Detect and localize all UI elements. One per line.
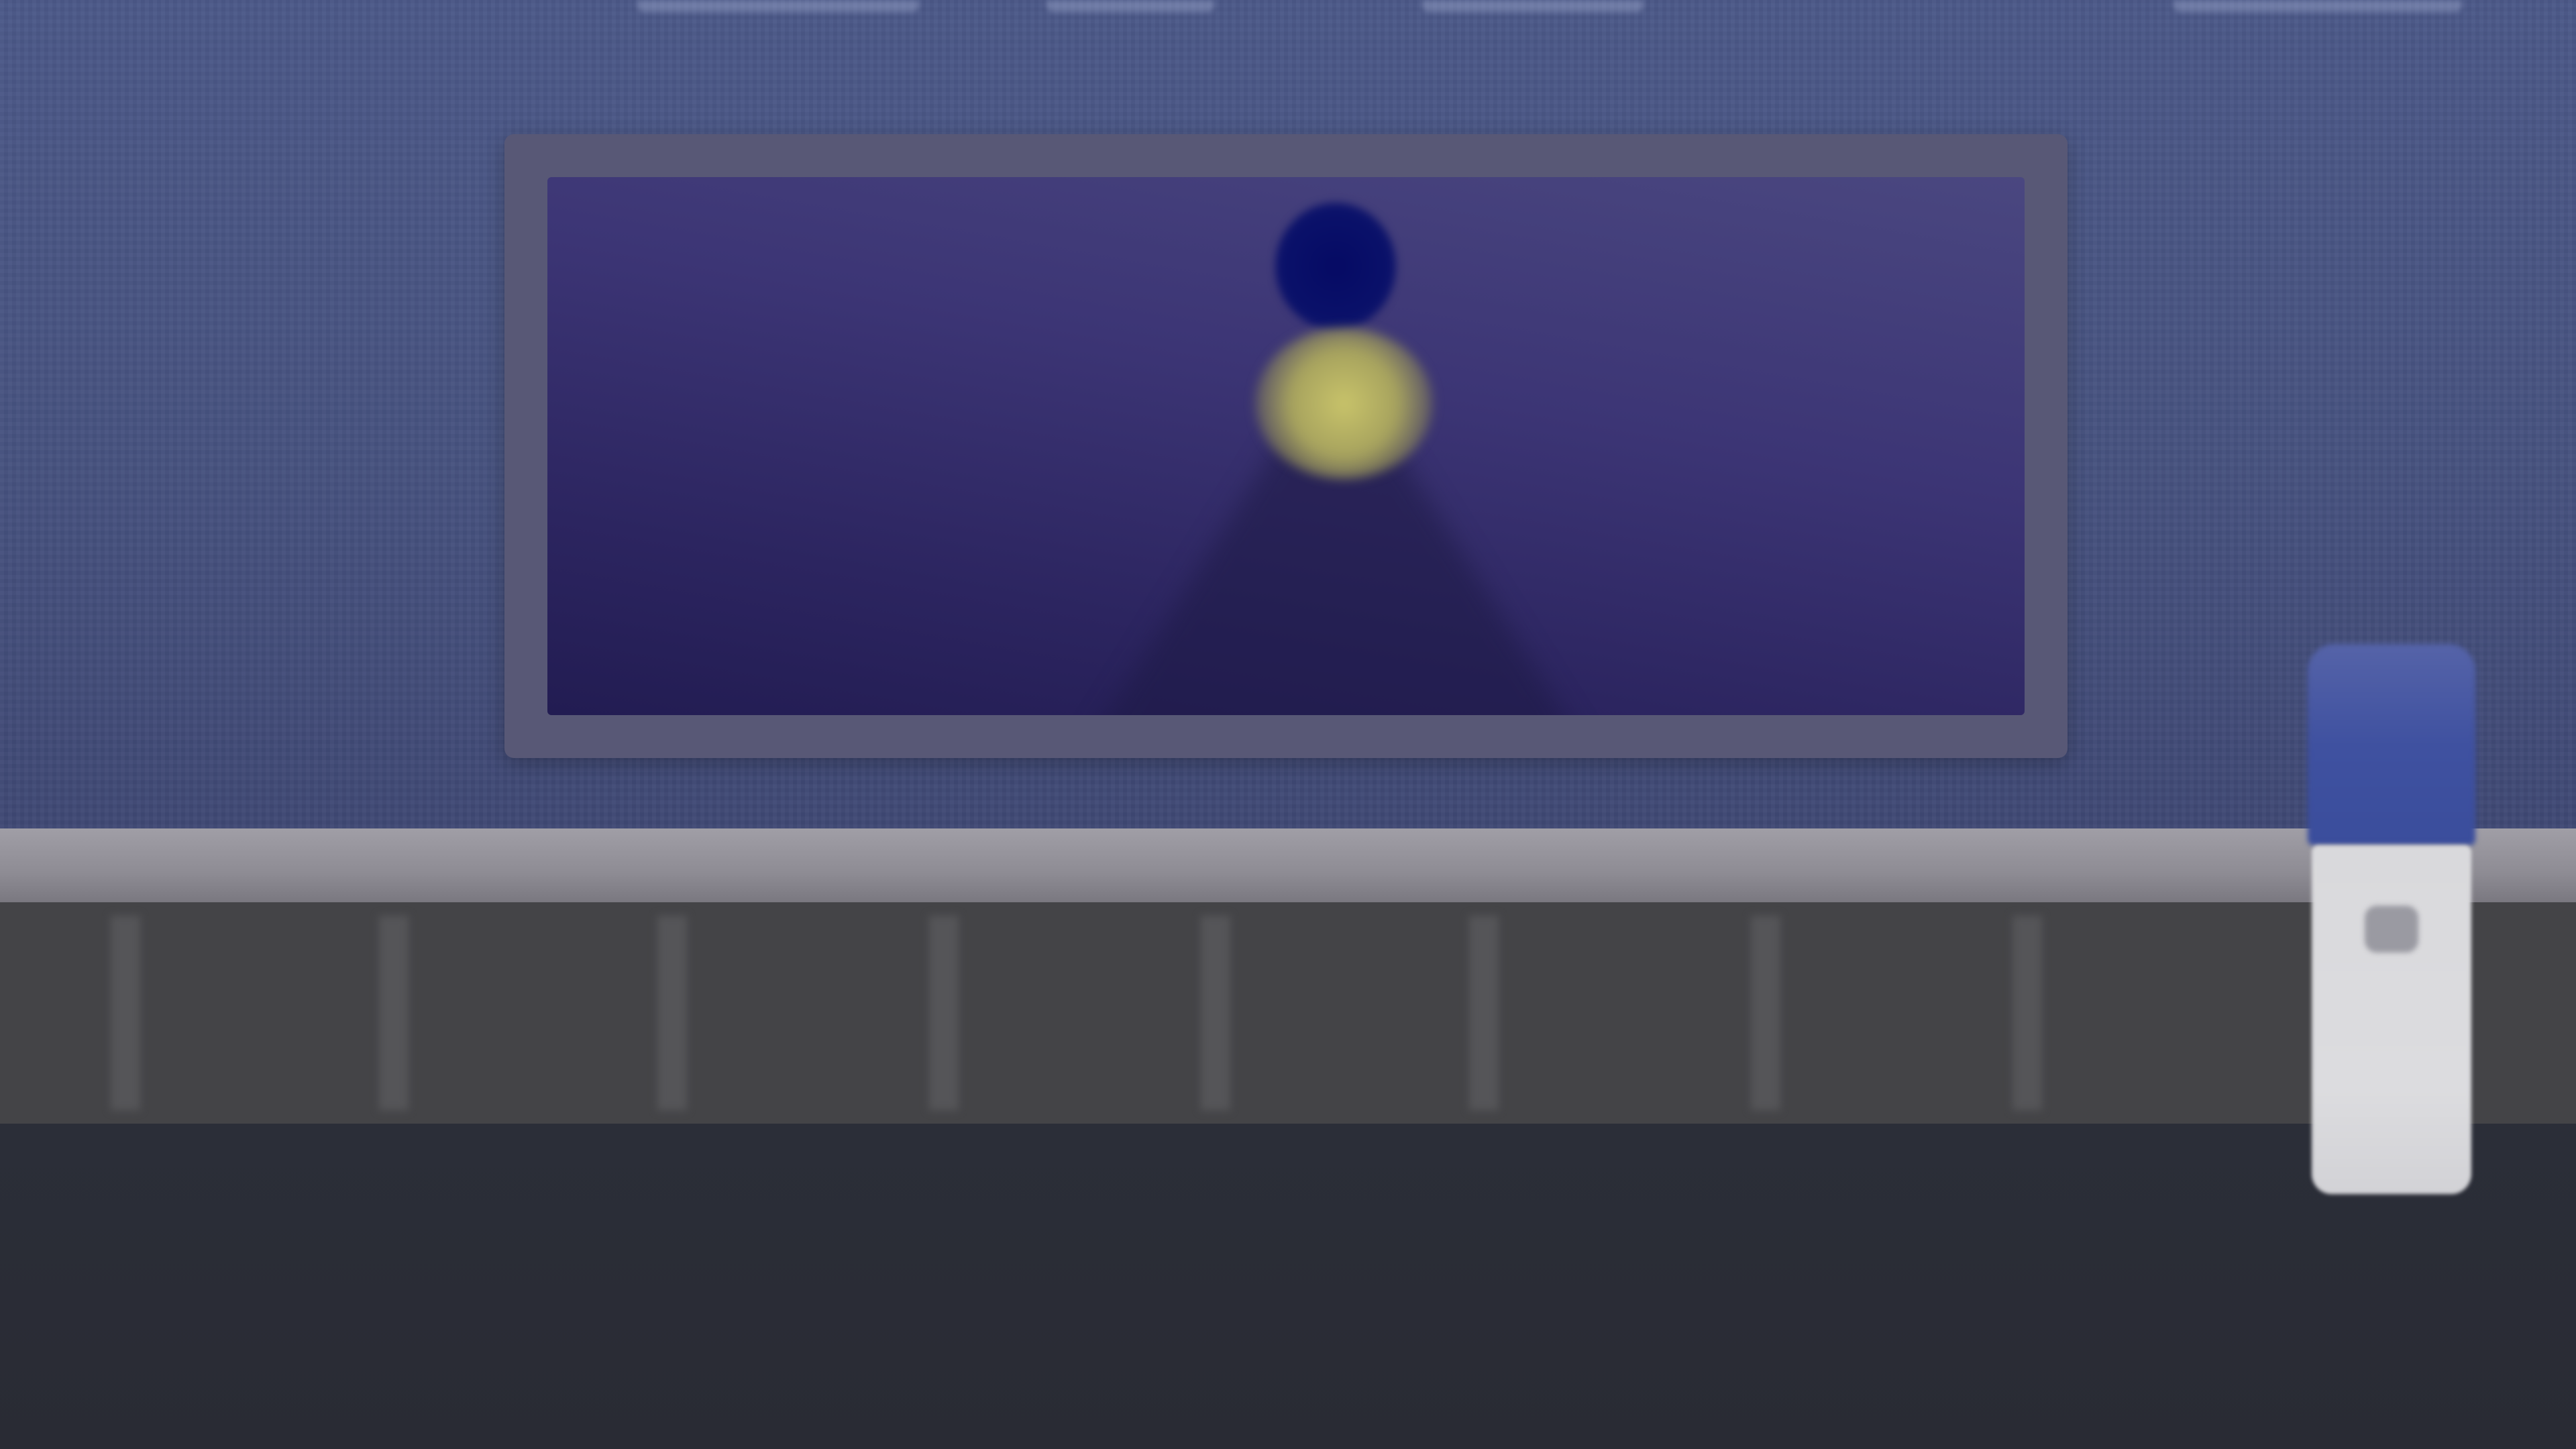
slat: [2012, 916, 2042, 1110]
scene: [0, 0, 2576, 1449]
slat: [657, 916, 687, 1110]
floor: [0, 1124, 2576, 1449]
picture-frame: [504, 134, 2068, 758]
slat: [1469, 916, 1499, 1110]
slatted-panel: [0, 902, 2576, 1124]
top-highlight: [1422, 0, 1644, 12]
slat: [1201, 916, 1230, 1110]
top-highlight: [2174, 0, 2462, 12]
bottle-body: [2312, 845, 2471, 1194]
slat: [111, 916, 140, 1110]
moon-icon: [1275, 203, 1396, 330]
slat: [1751, 916, 1780, 1110]
painting-canvas: [547, 177, 2025, 715]
bottle-label: [2365, 906, 2418, 953]
top-edge-highlights: [0, 0, 2576, 16]
shelf-ledge: [0, 828, 2576, 902]
top-highlight: [1046, 0, 1214, 12]
slat: [379, 916, 409, 1110]
slat: [929, 916, 959, 1110]
lamp-icon: [1255, 328, 1433, 479]
top-highlight: [637, 0, 919, 12]
bottle-cap: [2308, 644, 2475, 845]
bottle-icon: [2308, 644, 2475, 1221]
